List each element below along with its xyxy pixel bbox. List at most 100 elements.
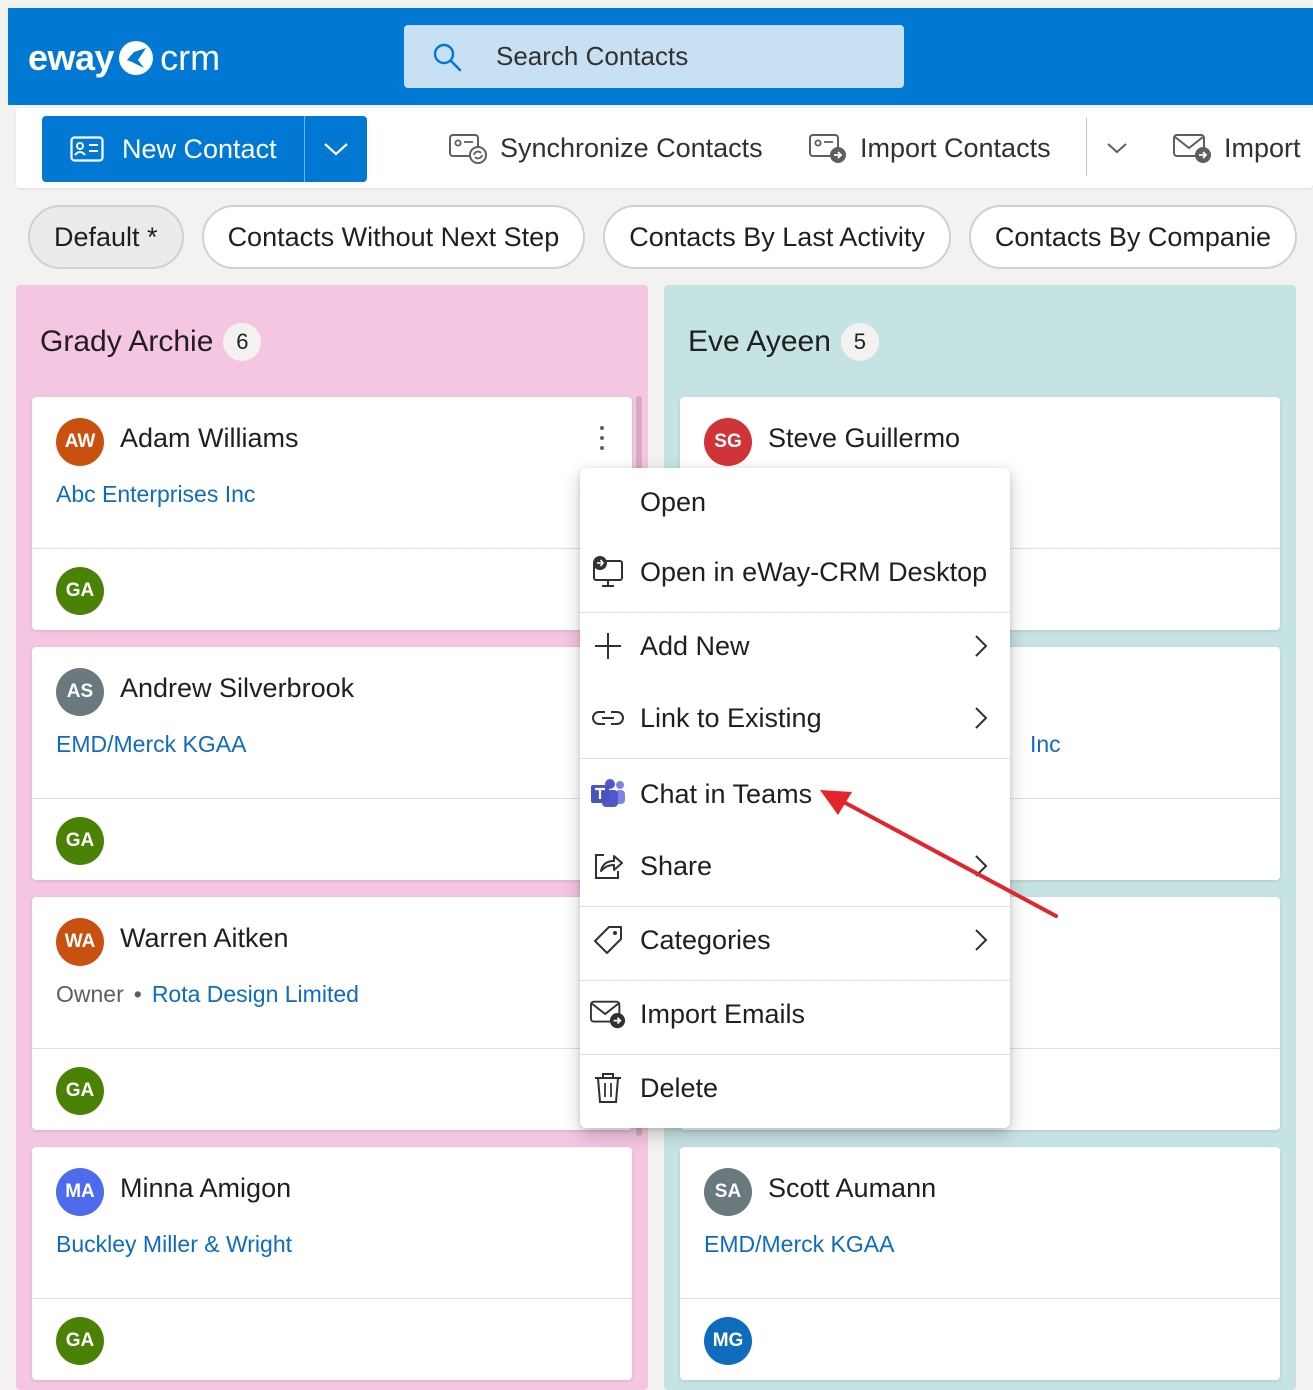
menu-item-label: Open in eWay-CRM Desktop [640,556,988,587]
company-link[interactable]: Abc Enterprises Inc [56,481,255,508]
plus-icon [590,628,626,664]
microsoft-teams-icon [590,776,626,812]
contact-card[interactable]: AW Adam Williams Abc Enterprises Inc GA [32,397,632,630]
company-link[interactable]: EMD/Merck KGAA [56,731,246,758]
menu-item-label: Share [640,850,713,881]
contact-name[interactable]: Andrew Silverbrook [120,673,354,704]
separator-dot: • [133,981,142,1007]
desktop-app-icon [590,554,626,590]
synchronize-label: Synchronize Contacts [500,132,763,163]
menu-item-add-new[interactable]: Add New [580,612,1010,680]
owner-avatar: GA [56,817,104,865]
contact-card[interactable]: MA Minna Amigon Buckley Miller & Wright … [32,1147,632,1380]
search-icon [433,43,462,71]
menu-item-label: Open [640,486,707,517]
card-body: WA Warren Aitken Owner • Rota Design Limit… [32,897,632,1049]
owner-avatar: GA [56,1317,104,1365]
column-title: Eve Ayeen [688,325,831,358]
import-contacts-button[interactable]: Import Contacts [808,128,1051,168]
company-link[interactable]: Buckley Miller & Wright [56,1231,292,1258]
view-by-last-activity[interactable]: Contacts By Last Activity [603,205,951,269]
menu-divider [580,758,1010,759]
view-default[interactable]: Default * [28,205,184,269]
menu-item-label: Link to Existing [640,702,822,733]
avatar: AW [56,418,104,466]
menu-item-share[interactable]: Share [580,832,1010,900]
column-title: Grady Archie [40,325,214,358]
menu-item-label: Categories [640,924,771,955]
menu-item-chat-in-teams[interactable]: Chat in Teams [580,760,1010,828]
contact-card[interactable]: AS Andrew Silverbrook EMD/Merck KGAA GA [32,647,632,880]
menu-item-open[interactable]: Open [580,468,1010,536]
menu-item-categories[interactable]: Categories [580,906,1010,974]
contact-subtitle: Owner • Rota Design Limited [56,981,359,1008]
contact-context-menu: Open Open in eWay-CRM Desktop Add New Li… [580,468,1010,1128]
contact-card[interactable]: WA Warren Aitken Owner • Rota Design Limit… [32,897,632,1130]
contact-name[interactable]: Warren Aitken [120,923,289,954]
menu-item-open-desktop[interactable]: Open in eWay-CRM Desktop [580,538,1010,606]
contact-name[interactable]: Adam Williams [120,423,299,454]
import-contacts-icon [809,134,846,163]
trash-icon [590,1070,626,1106]
view-by-companies[interactable]: Contacts By Companie [968,205,1297,269]
chevron-down-icon [324,143,348,156]
company-link[interactable]: EMD/Merck KGAA [704,1231,894,1258]
import-mail-icon [590,996,626,1032]
chevron-down-icon [1107,143,1127,154]
chevron-right-icon [975,929,988,951]
search-input[interactable] [496,41,876,72]
column-count-badge: 5 [840,323,879,361]
owner-avatar: MG [704,1317,752,1365]
new-contact-split-button: New Contact [42,116,367,182]
contact-name[interactable]: Minna Amigon [120,1173,291,1204]
avatar: SA [704,1168,752,1216]
new-contact-dropdown-button[interactable] [305,116,367,182]
synchronize-contacts-button[interactable]: Synchronize Contacts [448,128,763,168]
view-without-next-step[interactable]: Contacts Without Next Step [201,205,586,269]
menu-item-link-existing[interactable]: Link to Existing [580,684,1010,752]
column-header: Grady Archie 6 [40,323,262,361]
menu-item-label: Import Emails [640,998,806,1029]
view-selector: Default * Contacts Without Next Step Con… [28,205,1297,269]
tag-icon [590,922,626,958]
card-body: AW Adam Williams Abc Enterprises Inc [32,397,632,549]
logo-text-light: crm [160,37,221,78]
card-body: SA Scott Aumann EMD/Merck KGAA [680,1147,1280,1299]
import-emails-button[interactable]: Import [1172,128,1301,168]
search-box[interactable] [404,25,904,88]
link-icon [590,700,626,736]
import-contacts-label: Import Contacts [860,132,1051,163]
avatar: MA [56,1168,104,1216]
new-contact-button[interactable]: New Contact [42,116,304,182]
contact-name[interactable]: Steve Guillermo [768,423,960,454]
eway-crm-logo[interactable]: eway crm [28,37,221,78]
company-link[interactable]: Rota Design Limited [152,981,359,1007]
top-bar: eway crm [8,8,1313,105]
menu-item-label: Delete [640,1072,719,1103]
share-icon [590,848,626,884]
owner-avatar: GA [56,1067,104,1115]
kanban-column-grady-archie: Grady Archie 6 AW Adam Williams Abc Ente… [16,285,648,1390]
chevron-right-icon [975,855,988,877]
card-body: AS Andrew Silverbrook EMD/Merck KGAA [32,647,632,799]
avatar: SG [704,418,752,466]
contact-role: Owner [56,981,124,1007]
command-toolbar: New Contact Synchronize Contacts Import … [16,108,1313,188]
sync-contacts-icon [449,134,487,164]
chevron-right-icon [975,707,988,729]
menu-item-import-emails[interactable]: Import Emails [580,980,1010,1048]
column-header: Eve Ayeen 5 [688,323,879,361]
avatar: WA [56,918,104,966]
toolbar-divider [1086,118,1087,176]
avatar: AS [56,668,104,716]
more-options-icon[interactable] [590,423,614,453]
more-import-dropdown[interactable] [1106,128,1140,168]
logo-mark-icon [119,41,154,75]
new-contact-label: New Contact [122,133,277,164]
contact-name[interactable]: Scott Aumann [768,1173,936,1204]
contact-card[interactable]: SA Scott Aumann EMD/Merck KGAA MG [680,1147,1280,1380]
menu-item-delete[interactable]: Delete [580,1054,1010,1122]
import-label: Import [1224,132,1301,163]
company-link[interactable]: Inc [1030,731,1061,758]
contact-card-icon [70,136,104,162]
